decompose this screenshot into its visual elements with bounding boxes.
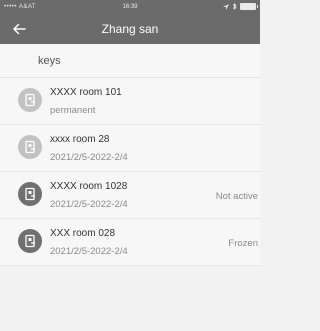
app-header: ••••• A&AT 16:39 Zhang san [0, 0, 260, 44]
key-name: XXXX room 101 [50, 87, 122, 98]
key-validity: 2021/2/5-2022-2/4 [50, 152, 128, 163]
door-lock-icon [25, 187, 35, 201]
key-avatar [18, 229, 42, 253]
key-validity: 2021/2/5-2022-2/4 [50, 246, 128, 257]
key-item[interactable]: XXXX room 1028 2021/2/5-2022-2/4 Not activ… [0, 172, 260, 219]
battery-icon [240, 3, 258, 10]
door-lock-icon [25, 140, 35, 154]
door-lock-icon [25, 93, 35, 107]
nav-bar: Zhang san [0, 15, 260, 44]
key-name: XXXX room 1028 [50, 181, 128, 192]
key-item[interactable]: XXX room 028 2021/2/5-2022-2/4 Frozen [0, 219, 260, 266]
key-list: XXXX room 101 permanent xxxx room 28 2021/2… [0, 78, 260, 266]
door-lock-icon [25, 234, 35, 248]
clock-time: 16:39 [122, 4, 138, 10]
keys-section-header: keys [0, 44, 260, 78]
status-icons [223, 3, 258, 10]
empty-area [0, 266, 260, 331]
key-status: Frozen [228, 238, 258, 249]
key-validity: permanent [50, 105, 96, 116]
bluetooth-icon [232, 3, 237, 10]
key-avatar [18, 88, 42, 112]
section-label: keys [38, 55, 61, 67]
key-validity: 2021/2/5-2022-2/4 [50, 199, 128, 210]
key-item[interactable]: xxxx room 28 2021/2/5-2022-2/4 [0, 125, 260, 172]
page-title: Zhang san [101, 22, 159, 36]
key-status: Not active [215, 191, 258, 202]
location-icon [223, 3, 229, 10]
key-avatar [18, 135, 42, 159]
key-name: xxxx room 28 [50, 134, 110, 145]
status-bar: ••••• A&AT 16:39 [0, 0, 260, 14]
key-name: XXX room 028 [50, 228, 116, 239]
key-item[interactable]: XXXX room 101 permanent [0, 78, 260, 125]
key-avatar [18, 182, 42, 206]
